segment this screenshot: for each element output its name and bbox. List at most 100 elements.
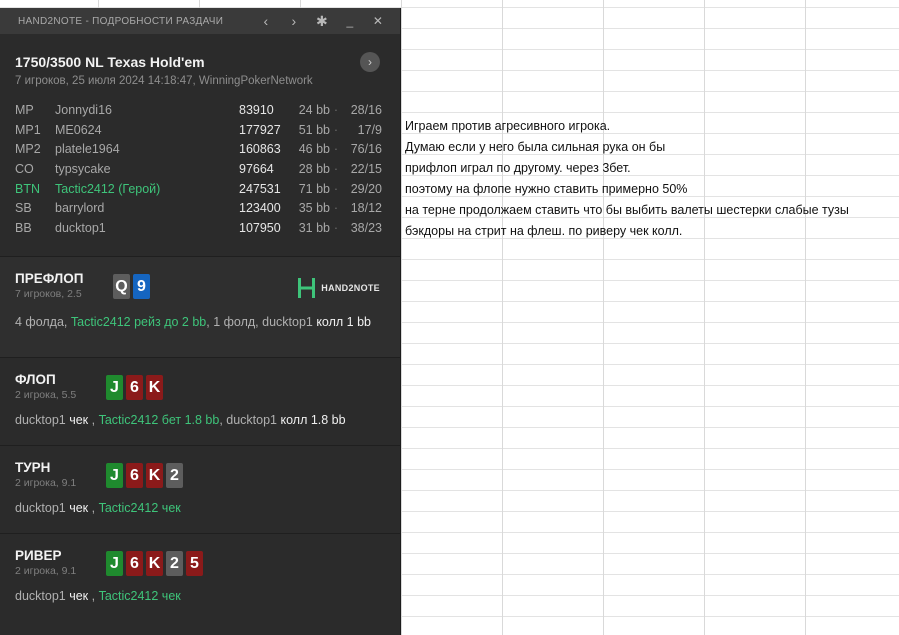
player-vpip-pfr: 18/12: [350, 201, 382, 216]
card: Q: [113, 273, 130, 299]
player-position: MP: [15, 103, 34, 117]
player-stack-bb: 71 bb: [298, 181, 330, 196]
player-stack-bb: 35 bb: [298, 201, 330, 216]
player-position: CO: [15, 162, 34, 177]
close-icon[interactable]: ✕: [364, 14, 392, 28]
hero-action[interactable]: Tactic2412 чек: [99, 501, 181, 515]
card: K: [146, 374, 163, 400]
street-actions: 4 фолда, Tactic2412 рейз до 2 bb, 1 фолд…: [15, 313, 385, 332]
player-name[interactable]: barrylord: [55, 199, 239, 219]
stat-separator: ·: [333, 201, 339, 216]
game-subtitle: 7 игроков, 25 июля 2024 14:18:47, Winnin…: [15, 75, 313, 87]
stat-separator: ·: [333, 181, 339, 196]
player-stack: 177927: [239, 122, 281, 137]
player-vpip-pfr: 38/23: [350, 221, 382, 236]
card: J: [106, 462, 123, 488]
sheet-note-line[interactable]: прифлоп играл по другому. через 3бет.: [405, 158, 895, 179]
player-row[interactable]: MP1 ME0624 177927 51 bb · 17/9: [15, 121, 385, 141]
player-position: MP1: [15, 122, 41, 137]
card: 2: [166, 462, 183, 488]
street-title: ФЛОП: [15, 371, 56, 387]
sheet-note-line[interactable]: Играем против агресивного игрока.: [405, 116, 895, 137]
player-vpip-pfr: 29/20: [350, 181, 382, 196]
player-position: BTN: [15, 181, 40, 196]
action-text: ,: [88, 588, 99, 603]
player-stack: 160863: [239, 142, 281, 157]
card: K: [146, 462, 163, 488]
player-vpip-pfr: 76/16: [350, 142, 382, 157]
street-turn: ТУРН 2 игрока, 9.1 J 6 K 2 ducktop1 чек …: [0, 444, 400, 533]
hand-details-window: HAND2NOTE - ПОДРОБНОСТИ РАЗДАЧИ ‹ › ✱ _ …: [0, 8, 401, 635]
player-name[interactable]: Tactic2412 (Герой): [55, 180, 239, 200]
hand2note-logo-icon: [298, 277, 316, 298]
action-text: ,: [88, 412, 99, 427]
settings-gear-icon[interactable]: ✱: [308, 13, 336, 30]
card: K: [146, 550, 163, 576]
players-table: MP Jonnydi16 83910 24 bb · 28/16 MP1 ME0…: [15, 101, 385, 239]
player-row[interactable]: MP Jonnydi16 83910 24 bb · 28/16: [15, 101, 385, 121]
player-name[interactable]: platele1964: [55, 140, 239, 160]
action-text: , ducktop1: [219, 412, 281, 427]
hero-action[interactable]: Tactic2412 рейз до 2 bb: [71, 315, 206, 329]
player-name[interactable]: ducktop1: [55, 219, 239, 239]
player-vpip-pfr: 17/9: [357, 122, 382, 137]
hero-action[interactable]: Tactic2412 бет 1.8 bb: [99, 413, 220, 427]
player-vpip-pfr: 28/16: [350, 103, 382, 117]
player-row[interactable]: SB barrylord 123400 35 bb · 18/12: [15, 199, 385, 219]
street-title: РИВЕР: [15, 547, 62, 563]
player-row-hero[interactable]: BTN Tactic2412 (Герой) 247531 71 bb · 29…: [15, 180, 385, 200]
villain-action: колл 1 bb: [316, 314, 372, 329]
player-position: MP2: [15, 142, 41, 157]
card: 6: [126, 374, 143, 400]
player-row[interactable]: BB ducktop1 107950 31 bb · 38/23: [15, 219, 385, 239]
card: 6: [126, 462, 143, 488]
player-stack-bb: 46 bb: [298, 142, 330, 157]
card: 9: [133, 273, 150, 299]
street-players-pot: 2 игрока, 9.1: [15, 476, 77, 489]
stat-separator: ·: [333, 122, 339, 137]
player-stack: 107950: [239, 221, 281, 236]
street-players-pot: 2 игрока, 9.1: [15, 564, 77, 577]
next-hand-arrow-icon[interactable]: ›: [280, 13, 308, 29]
previous-hand-icon[interactable]: ‹: [252, 13, 280, 29]
villain-action: чек: [69, 500, 89, 515]
game-title: 1750/3500 NL Texas Hold'em: [15, 54, 205, 70]
next-hand-button[interactable]: ›: [360, 52, 380, 72]
sheet-note-line[interactable]: бэкдоры на стрит на флеш. по риверу чек …: [405, 221, 895, 242]
hero-action[interactable]: Tactic2412 чек: [99, 589, 181, 603]
board-cards: J 6 K: [106, 374, 163, 400]
stat-separator: ·: [333, 103, 339, 117]
card: J: [106, 374, 123, 400]
street-preflop: ПРЕФЛОП 7 игроков, 2.5 Q 9 HAND2NOTE 4 ф…: [0, 255, 400, 357]
street-actions: ducktop1 чек , Tactic2412 чек: [15, 587, 385, 606]
player-stack-bb: 28 bb: [298, 162, 330, 177]
player-position: BB: [15, 221, 32, 236]
action-text: ducktop1: [15, 500, 70, 515]
sheet-note-line[interactable]: на терне продолжаем ставить что бы выбит…: [405, 200, 895, 221]
player-name[interactable]: Jonnydi16: [55, 101, 239, 121]
villain-action: чек: [69, 412, 89, 427]
street-river: РИВЕР 2 игрока, 9.1 J 6 K 2 5 ducktop1 ч…: [0, 532, 400, 621]
villain-action: колл 1.8 bb: [280, 412, 346, 427]
game-header: 1750/3500 NL Texas Hold'em 7 игроков, 25…: [0, 34, 400, 87]
player-vpip-pfr: 22/15: [350, 162, 382, 177]
sheet-note-line[interactable]: поэтому на флопе нужно ставить примерно …: [405, 179, 895, 200]
player-stack-bb: 24 bb: [298, 103, 330, 117]
window-title: HAND2NOTE - ПОДРОБНОСТИ РАЗДАЧИ: [18, 15, 224, 27]
sheet-note-line[interactable]: Думаю если у него была сильная рука он б…: [405, 137, 895, 158]
player-name[interactable]: typsycake: [55, 160, 239, 180]
player-row[interactable]: CO typsycake 97664 28 bb · 22/15: [15, 160, 385, 180]
action-text: ducktop1: [15, 588, 70, 603]
street-actions: ducktop1 чек , Tactic2412 бет 1.8 bb, du…: [15, 411, 385, 430]
logo-text: HAND2NOTE: [321, 282, 380, 293]
action-text: ducktop1: [15, 412, 70, 427]
street-title: ПРЕФЛОП: [15, 270, 84, 286]
stat-separator: ·: [333, 221, 339, 236]
action-text: , 1 фолд, ducktop1: [206, 314, 317, 329]
minimize-icon[interactable]: _: [336, 14, 364, 28]
window-titlebar[interactable]: HAND2NOTE - ПОДРОБНОСТИ РАЗДАЧИ ‹ › ✱ _ …: [0, 8, 400, 34]
sheet-notes: Играем против агресивного игрока. Думаю …: [405, 116, 895, 242]
player-name[interactable]: ME0624: [55, 121, 239, 141]
card: 5: [186, 550, 203, 576]
player-row[interactable]: MP2 platele1964 160863 46 bb · 76/16: [15, 140, 385, 160]
